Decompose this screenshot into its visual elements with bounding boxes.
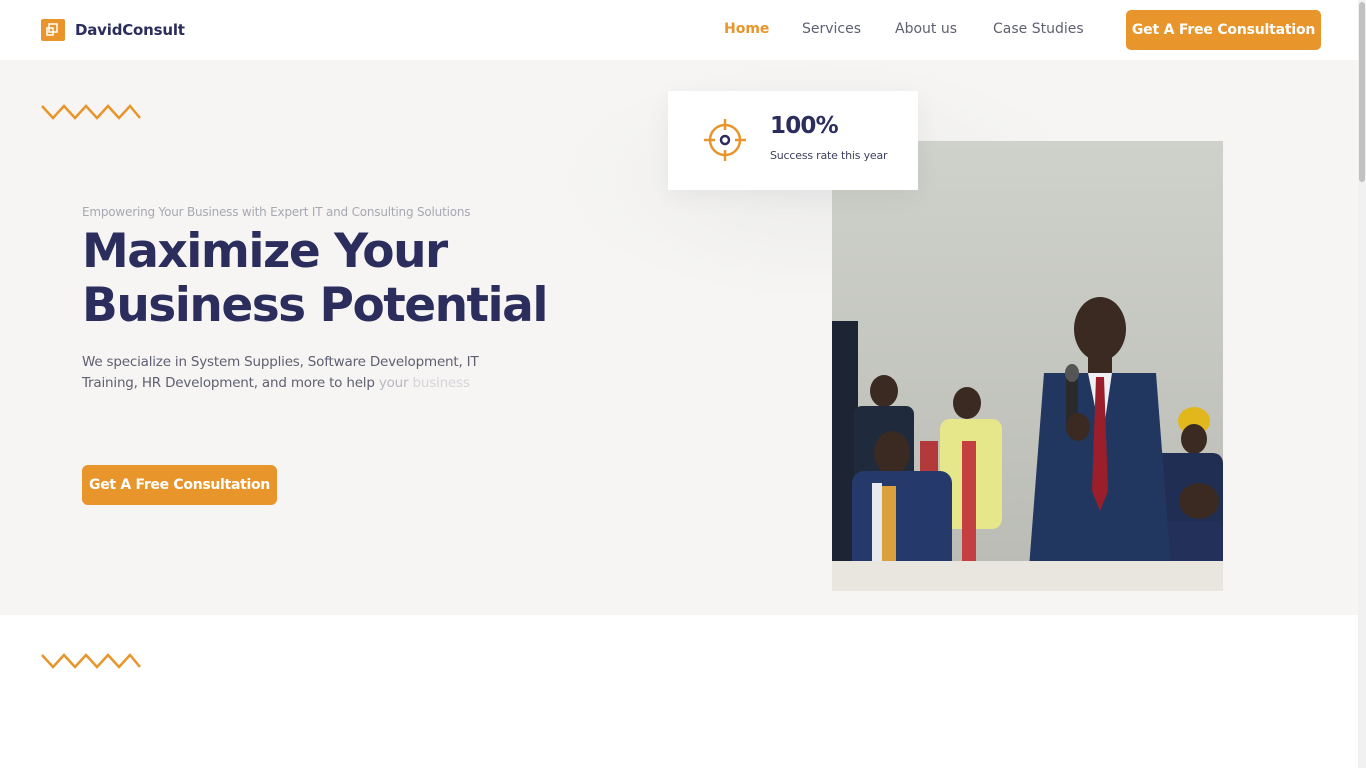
brand-logo[interactable]: DavidConsult	[41, 19, 185, 41]
scrollbar-thumb[interactable]	[1359, 2, 1365, 182]
site-header: DavidConsult Home Services About us Case…	[0, 0, 1358, 60]
stat-value: 100%	[770, 113, 839, 139]
zigzag-decoration	[41, 104, 141, 120]
logo-icon	[41, 19, 65, 41]
nav-case-studies[interactable]: Case Studies	[993, 21, 1084, 37]
hero-tagline: Empowering Your Business with Expert IT …	[82, 205, 471, 219]
hero-section: Empowering Your Business with Expert IT …	[0, 60, 1358, 615]
target-icon	[704, 119, 746, 161]
nav-about-us[interactable]: About us	[895, 21, 957, 37]
nav-services[interactable]: Services	[802, 21, 861, 37]
description-fade-end: business	[412, 374, 470, 391]
brand-name: DavidConsult	[75, 21, 185, 39]
speaker-photo	[832, 141, 1223, 591]
page-scrollbar[interactable]	[1358, 0, 1366, 768]
hero-headline: Maximize Your Business Potential	[82, 224, 548, 333]
description-fade: your	[378, 374, 409, 391]
nav-home[interactable]: Home	[724, 21, 769, 37]
zigzag-decoration-lower	[41, 653, 141, 669]
stat-label: Success rate this year	[770, 149, 888, 162]
success-stat-card: 100% Success rate this year	[668, 91, 918, 190]
hero-consultation-button[interactable]: Get A Free Consultation	[82, 465, 277, 505]
hero-description: We specialize in System Supplies, Softwa…	[82, 352, 482, 393]
header-consultation-button[interactable]: Get A Free Consultation	[1126, 10, 1321, 50]
